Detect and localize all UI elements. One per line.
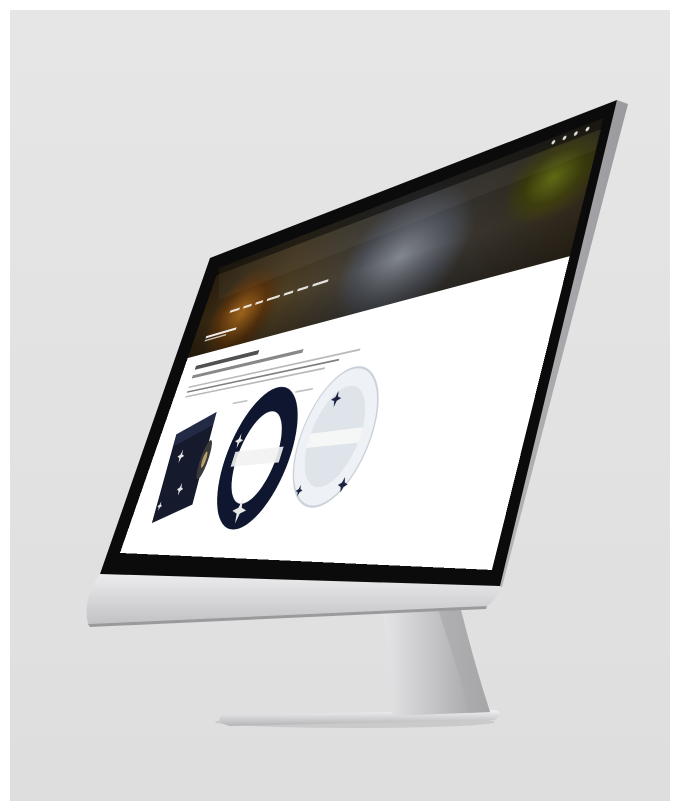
photo-frame: ● ● ● ● xyxy=(0,0,680,811)
screen-glare xyxy=(219,118,603,300)
